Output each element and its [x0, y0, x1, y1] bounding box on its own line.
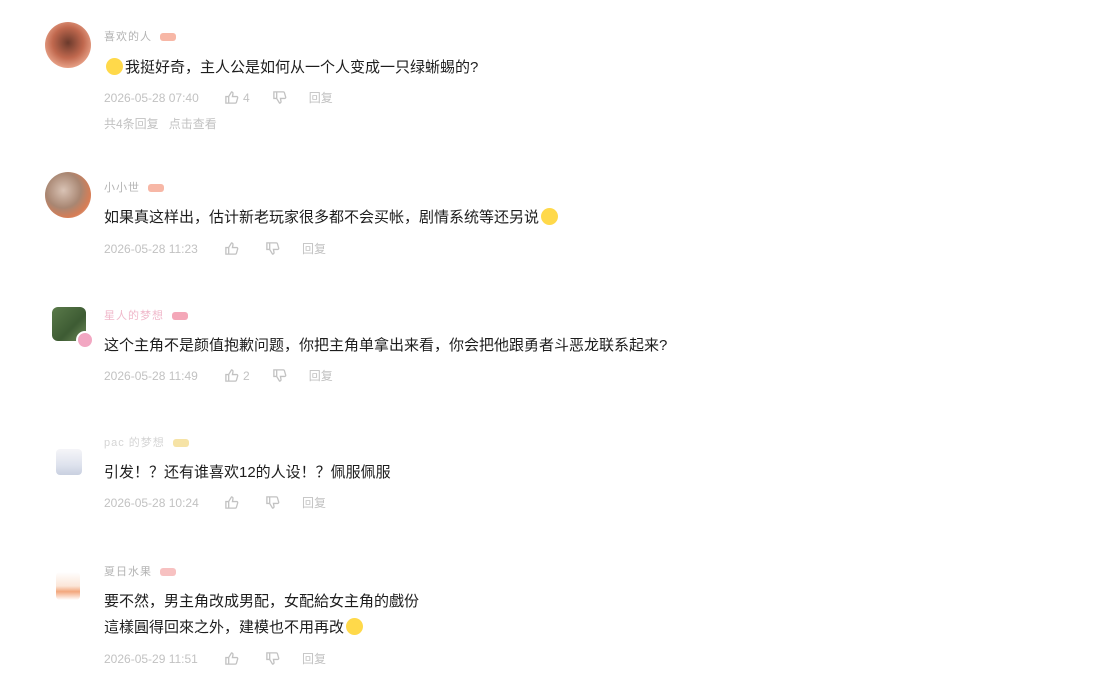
thumbs-up-icon	[225, 369, 239, 382]
thumbs-down-icon	[266, 242, 280, 255]
comment-body: 这个主角不是颜值抱歉问题，你把主角单拿出来看，你会把他跟勇者斗恶龙联系起来?	[104, 337, 668, 354]
username[interactable]: pac 的梦想	[104, 437, 165, 449]
level-badge	[160, 33, 176, 42]
comment-meta: 2026-05-28 07:40 4 回复	[104, 89, 355, 106]
avatar[interactable]	[45, 22, 91, 68]
comment-text: 我挺好奇，主人公是如何从一个人变成一只绿蜥蜴的?	[104, 56, 478, 80]
username-row: 夏日水果	[104, 563, 176, 579]
reply-button[interactable]: 回复	[309, 367, 333, 384]
replies-count: 共4条回复	[104, 117, 159, 131]
thumbs-up-icon	[225, 652, 239, 665]
thumbs-up-icon	[225, 496, 239, 509]
dislike-button[interactable]	[272, 90, 287, 105]
comment-text-line-2: 這樣圓得回來之外，建模也不用再改	[104, 616, 365, 640]
dislike-button[interactable]	[265, 651, 280, 666]
comment-text: 引发！？还有谁喜欢12的人设！？佩服佩服	[104, 461, 391, 485]
comment-body: 我挺好奇，主人公是如何从一个人变成一只绿蜥蜴的?	[125, 59, 479, 76]
thumbs-down-icon	[266, 652, 280, 665]
like-button[interactable]	[224, 651, 243, 666]
avatar[interactable]	[56, 449, 82, 475]
dislike-button[interactable]	[272, 368, 287, 383]
like-button[interactable]	[224, 495, 243, 510]
timestamp: 2026-05-29 11:51	[104, 651, 198, 666]
timestamp: 2026-05-28 11:49	[104, 368, 198, 383]
username[interactable]: 喜欢的人	[104, 31, 152, 43]
comment-body: 引发！？还有谁喜欢12的人设！？佩服佩服	[104, 464, 391, 481]
timestamp: 2026-05-28 07:40	[104, 90, 199, 105]
avatar[interactable]	[56, 572, 80, 600]
comment-body: 這樣圓得回來之外，建模也不用再改	[104, 619, 345, 636]
reply-button[interactable]: 回复	[302, 240, 326, 257]
comment-text: 这个主角不是颜值抱歉问题，你把主角单拿出来看，你会把他跟勇者斗恶龙联系起来?	[104, 334, 667, 358]
cat-emoji-icon	[106, 58, 123, 75]
face-emoji-icon	[541, 208, 559, 225]
dislike-button[interactable]	[265, 241, 280, 256]
reply-button[interactable]: 回复	[302, 494, 326, 511]
comment-body: 如果真这样出，估计新老玩家很多都不会买帐，剧情系统等还另说	[104, 209, 540, 226]
dislike-button[interactable]	[265, 495, 280, 510]
comment-body: 要不然，男主角改成男配，女配給女主角的戲份	[104, 593, 420, 610]
comment-text-line-1: 要不然，男主角改成男配，女配給女主角的戲份	[104, 590, 419, 614]
level-badge	[148, 184, 164, 193]
username[interactable]: 夏日水果	[104, 566, 152, 578]
like-count: 2	[243, 368, 250, 383]
comment-text: 如果真这样出，估计新老玩家很多都不会买帐，剧情系统等还另说	[104, 206, 560, 230]
username[interactable]: 小小世	[104, 182, 140, 194]
vip-badge-icon	[76, 331, 94, 349]
comment-meta: 2026-05-28 10:24 回复	[104, 494, 348, 511]
thumbs-down-icon	[272, 369, 287, 382]
comment-meta: 2026-05-28 11:49 2 回复	[104, 367, 355, 384]
thumbs-down-icon	[272, 91, 287, 104]
timestamp: 2026-05-28 10:24	[104, 495, 199, 510]
like-count: 4	[243, 90, 250, 105]
level-badge	[172, 312, 188, 321]
like-button[interactable]: 2	[224, 368, 250, 383]
expand-replies-link[interactable]: 点击查看	[169, 117, 217, 131]
like-button[interactable]	[224, 241, 243, 256]
avatar[interactable]	[45, 172, 91, 218]
comment-meta: 2026-05-28 11:23 回复	[104, 240, 348, 257]
thumbs-up-icon	[225, 91, 239, 104]
like-button[interactable]: 4	[224, 90, 250, 105]
level-badge	[160, 568, 176, 577]
username-row: pac 的梦想	[104, 434, 189, 450]
thumbs-up-icon	[225, 242, 239, 255]
replies-row: 共4条回复 点击查看	[104, 115, 227, 132]
username-row: 小小世	[104, 179, 164, 195]
comment-meta: 2026-05-29 11:51 回复	[104, 650, 348, 667]
face-emoji-icon	[346, 618, 364, 635]
timestamp: 2026-05-28 11:23	[104, 241, 198, 256]
username[interactable]: 星人的梦想	[104, 310, 164, 322]
level-badge	[172, 439, 189, 448]
reply-button[interactable]: 回复	[302, 650, 326, 667]
reply-button[interactable]: 回复	[309, 89, 333, 106]
thumbs-down-icon	[266, 496, 280, 509]
username-row: 喜欢的人	[104, 28, 176, 44]
username-row: 星人的梦想	[104, 307, 188, 323]
